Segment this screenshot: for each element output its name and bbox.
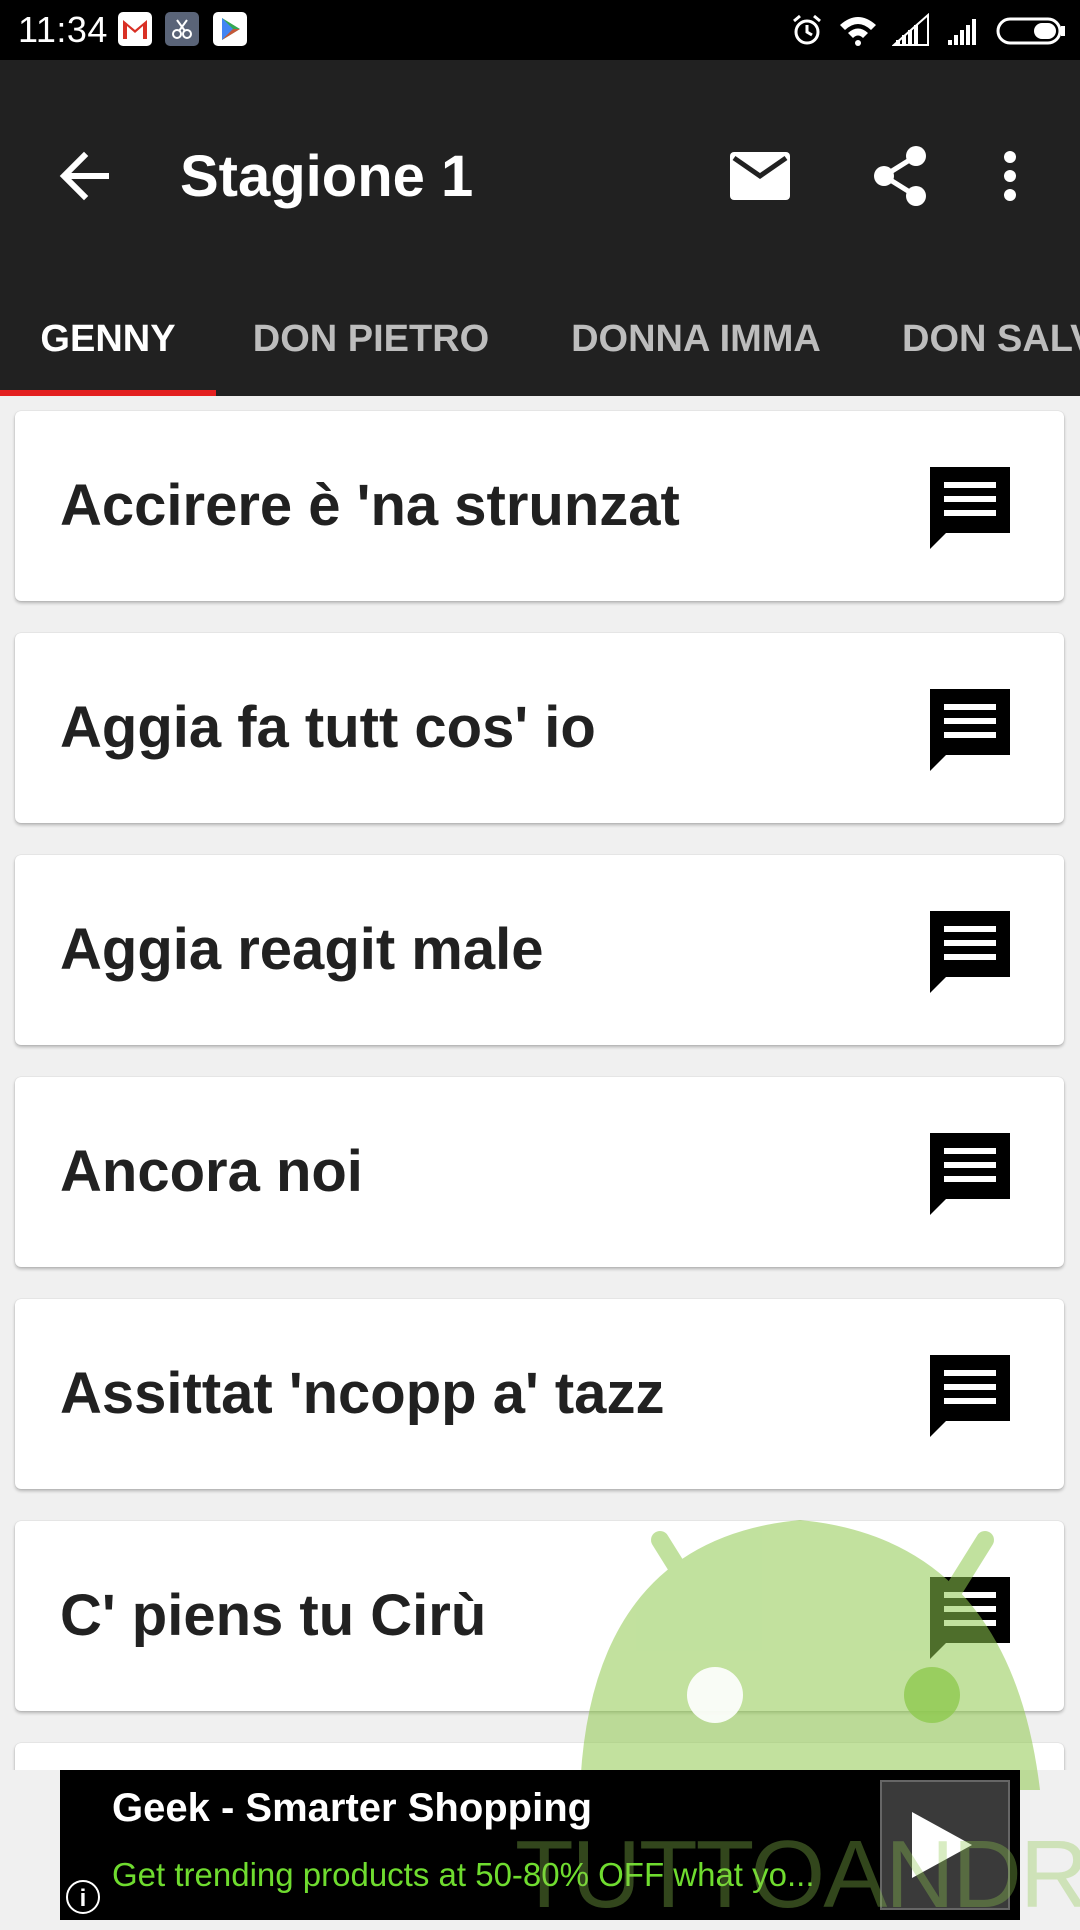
back-button[interactable] (48, 140, 120, 212)
message-icon[interactable] (926, 463, 1014, 551)
tab-don-salv[interactable]: DON SALV (866, 292, 1080, 392)
signal-icon (892, 13, 929, 46)
share-icon (874, 146, 926, 206)
list-item[interactable]: C' piens tu Cirù (15, 1521, 1064, 1711)
more-options-button[interactable] (980, 136, 1040, 216)
info-icon[interactable]: i (66, 1880, 100, 1914)
page-title: Stagione 1 (180, 144, 474, 209)
tab-genny[interactable]: GENNY (0, 292, 216, 392)
message-icon[interactable] (926, 1573, 1014, 1661)
message-icon[interactable] (926, 1351, 1014, 1439)
tab-bar: GENNY DON PIETRO DONNA IMMA DON SALV (0, 292, 1080, 396)
status-time: 11:34 (18, 9, 108, 50)
app-bar: Stagione 1 GENNY DON PIETRO DONNA IMMA D… (0, 60, 1080, 396)
list-item-partial[interactable] (15, 1743, 1064, 1770)
tab-don-pietro[interactable]: DON PIETRO (216, 292, 526, 392)
mail-icon (730, 152, 790, 200)
wifi-icon (840, 17, 876, 46)
tab-donna-imma[interactable]: DONNA IMMA (526, 292, 866, 392)
message-icon[interactable] (926, 907, 1014, 995)
share-button[interactable] (860, 136, 940, 216)
gmail-icon (118, 12, 152, 46)
mail-button[interactable] (720, 136, 800, 216)
list-item[interactable]: Aggia fa tutt cos' io (15, 633, 1064, 823)
watermark-text: TUTTOANDROID (515, 1821, 1080, 1928)
message-icon[interactable] (926, 1129, 1014, 1217)
scissors-icon (165, 12, 199, 46)
battery-icon (996, 17, 1065, 45)
list-item[interactable]: Ancora noi (15, 1077, 1064, 1267)
list-item-label: Accirere è 'na strunzat (60, 473, 680, 538)
list-item[interactable]: Accirere è 'na strunzat (15, 411, 1064, 601)
signal-icon (948, 19, 976, 45)
more-vert-icon (1004, 151, 1016, 201)
status-indicators (790, 10, 1068, 50)
list-item[interactable]: Aggia reagit male (15, 855, 1064, 1045)
phrase-list: Accirere è 'na strunzat Aggia fa tutt co… (0, 396, 1080, 1770)
status-bar: 11:34 (0, 0, 1080, 60)
alarm-icon (793, 14, 821, 45)
list-item-label: Assittat 'ncopp a' tazz (60, 1361, 665, 1426)
message-icon[interactable] (926, 685, 1014, 773)
back-arrow-icon (59, 151, 109, 201)
list-item[interactable]: Assittat 'ncopp a' tazz (15, 1299, 1064, 1489)
list-item-label: Aggia reagit male (60, 917, 544, 982)
list-item-label: Aggia fa tutt cos' io (60, 695, 596, 760)
list-item-label: C' piens tu Cirù (60, 1583, 487, 1648)
list-item-label: Ancora noi (60, 1139, 363, 1204)
play-store-icon (213, 12, 247, 46)
